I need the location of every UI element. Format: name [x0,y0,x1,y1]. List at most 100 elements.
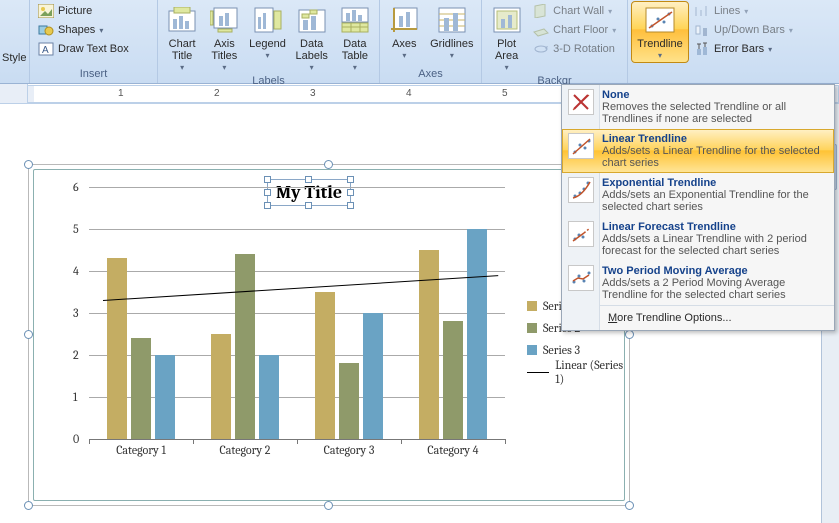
trendline-menu: NoneRemoves the selected Trendline or al… [561,84,835,331]
more-trendline-options[interactable]: More Trendline Options... [562,306,834,330]
menu-footer-rest: ore Trendline Options... [617,312,731,324]
resize-handle[interactable] [324,501,333,510]
chart-bar[interactable] [155,355,175,439]
menu-item-desc: Adds/sets a Linear Trendline with 2 peri… [602,233,828,257]
legend-label: Legend [249,38,286,50]
axes-icon [388,4,420,36]
chart-bar[interactable] [443,321,463,439]
rotation-icon [533,41,549,57]
chevron-down-icon: ▾ [658,50,662,62]
plot-area-button[interactable]: Plot Area ▾ [486,2,527,74]
chart-plot[interactable] [89,187,505,439]
resize-handle[interactable] [24,330,33,339]
chevron-down-icon: ▾ [402,50,406,62]
chart-bar[interactable] [315,292,335,439]
menu-item-desc: Adds/sets an Exponential Trendline for t… [602,189,828,213]
resize-handle[interactable] [324,160,333,169]
ribbon-group-insert-label: Insert [34,67,153,83]
picture-button[interactable]: Picture [34,2,153,20]
shapes-icon [38,22,54,38]
chevron-down-icon: ▾ [450,50,454,62]
ruler-mark: 1 [118,88,124,99]
chart-bar[interactable] [235,254,255,439]
trendline-label: Trendline [637,38,682,50]
y-axis-label: 1 [73,390,77,404]
chart-wall-button[interactable]: Chart Wall ▾ [529,2,623,20]
ribbon-group-insert: Picture Shapes ▾ A Draw Text Box Insert [30,0,158,83]
updown-bars-button[interactable]: Up/Down Bars ▾ [690,21,800,39]
data-labels-button[interactable]: Data Labels ▾ [291,2,333,74]
chart-title-button[interactable]: Chart Title ▾ [162,2,202,74]
ruler-mark: 4 [406,88,412,99]
menu-item-linear-forecast-trendline[interactable]: Linear Forecast TrendlineAdds/sets a Lin… [562,217,834,261]
chart-floor-button[interactable]: Chart Floor ▾ [529,21,623,39]
menu-item-none[interactable]: NoneRemoves the selected Trendline or al… [562,85,834,129]
data-labels-label: Data Labels [295,38,327,62]
ribbon-group-analysis: Trendline ▾ Lines ▾ Up/Down Bars ▾ Error… [628,0,839,83]
chart-title-icon [166,4,198,36]
resize-handle[interactable] [24,160,33,169]
lines-button[interactable]: Lines ▾ [690,2,800,20]
axis-titles-button[interactable]: Axis Titles ▾ [204,2,244,74]
draw-text-box-button[interactable]: A Draw Text Box [34,40,153,58]
lines-icon [694,3,710,19]
plot-area-label: Plot Area [495,38,518,62]
shapes-label: Shapes [58,24,95,36]
trendline-type-icon [568,265,594,291]
chevron-down-icon: ▾ [222,62,226,74]
chart-bar[interactable] [107,258,127,439]
rotation-button[interactable]: 3-D Rotation [529,40,623,58]
menu-item-desc: Adds/sets a Linear Trendline for the sel… [602,145,828,169]
menu-item-desc: Adds/sets a 2 Period Moving Average Tren… [602,277,828,301]
ribbon-fragment-left: Style [0,0,30,83]
ribbon-group-background: Plot Area ▾ Chart Wall ▾ Chart Floor ▾ 3… [482,0,628,83]
shapes-button[interactable]: Shapes ▾ [34,21,153,39]
chart-floor-label: Chart Floor [553,24,608,36]
legend-icon [252,4,284,36]
gridlines-icon [436,4,468,36]
chart-object[interactable]: My Title Series 1 Series 2 Series 3 Line… [28,164,630,506]
lines-label: Lines [714,5,740,17]
resize-handle[interactable] [625,501,634,510]
ribbon-group-label-blank [2,65,27,81]
axes-button[interactable]: Axes ▾ [384,2,425,62]
trendline-button[interactable]: Trendline ▾ [632,2,688,62]
chart-wall-label: Chart Wall [553,5,604,17]
ribbon-group-labels: Chart Title ▾ Axis Titles ▾ Legend ▾ Dat… [158,0,380,83]
menu-item-head: Linear Forecast Trendline [602,221,828,233]
chart-bar[interactable] [131,338,151,439]
y-axis-label: 5 [73,222,79,236]
resize-handle[interactable] [24,501,33,510]
chevron-down-icon: ▾ [608,7,612,16]
x-axis-label: Category 3 [297,443,401,457]
ruler-mark: 5 [502,88,508,99]
chart-bar[interactable] [467,229,487,439]
gridlines-button[interactable]: Gridlines ▾ [427,2,477,62]
menu-item-two-period-moving-average[interactable]: Two Period Moving AverageAdds/sets a 2 P… [562,261,834,305]
menu-item-exponential-trendline[interactable]: Exponential TrendlineAdds/sets an Expone… [562,173,834,217]
ribbon-group-analysis-label [632,67,835,83]
data-table-label: Data Table [342,38,368,62]
trendline-type-icon [568,221,594,247]
chart-bar[interactable] [339,363,359,439]
updown-icon [694,22,710,38]
chevron-down-icon: ▾ [180,62,184,74]
data-labels-icon [296,4,328,36]
y-axis-label: 2 [73,348,79,362]
ruler-mark: 3 [310,88,316,99]
gridlines-label: Gridlines [430,38,473,50]
svg-text:A: A [42,45,49,56]
ribbon: Style Picture Shapes ▾ [0,0,839,84]
x-axis-label: Category 1 [89,443,193,457]
menu-item-head: Linear Trendline [602,133,828,145]
data-table-button[interactable]: Data Table ▾ [335,2,375,74]
legend-button[interactable]: Legend ▾ [246,2,288,62]
chart-bar[interactable] [363,313,383,439]
chart-bar[interactable] [259,355,279,439]
menu-item-linear-trendline[interactable]: Linear TrendlineAdds/sets a Linear Trend… [562,129,834,173]
textbox-label: Draw Text Box [58,43,129,55]
picture-label: Picture [58,5,92,17]
chevron-down-icon: ▾ [612,26,616,35]
error-bars-button[interactable]: Error Bars ▾ [690,40,800,58]
chart-bar[interactable] [211,334,231,439]
